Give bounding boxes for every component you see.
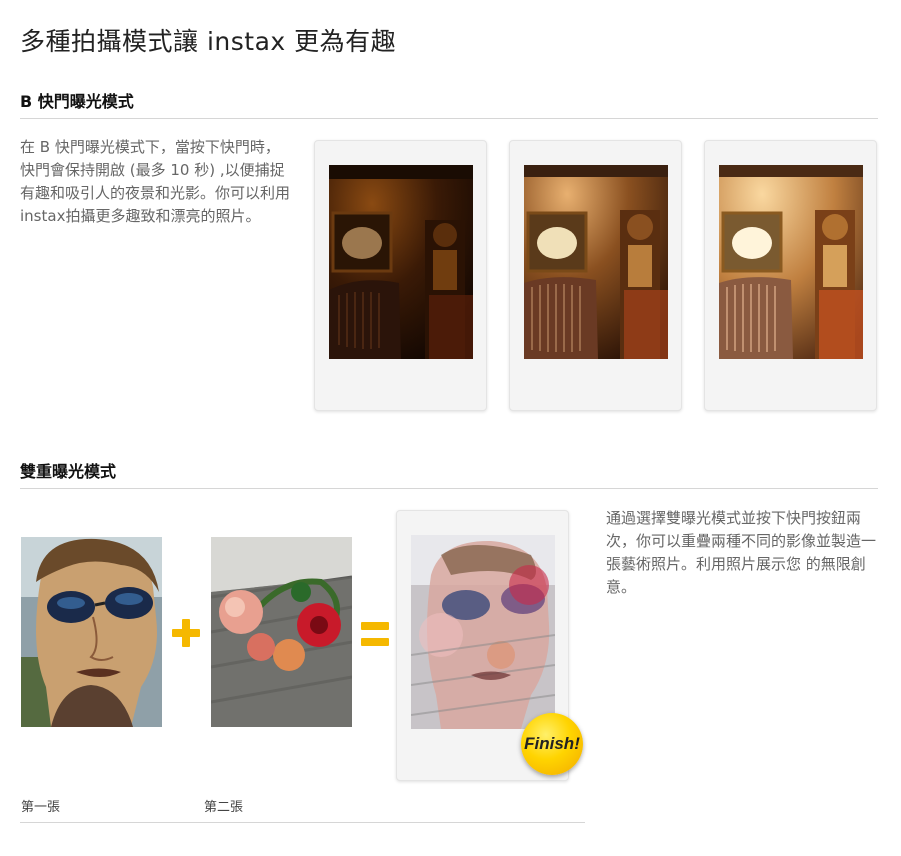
bulb-mode-divider <box>20 118 878 119</box>
first-photo-caption: 第一張 <box>21 800 61 815</box>
interior-photo-dark <box>329 165 473 359</box>
bulb-mode-heading: B 快門曝光模式 <box>20 92 134 111</box>
double-exposure-description: 通過選擇雙曝光模式並按下快門按鈕兩次，你可以重疊兩種不同的影像並製造一張藝術照片… <box>606 509 877 596</box>
finish-badge-label: Finish! <box>524 734 580 753</box>
equals-icon <box>359 619 391 649</box>
instax-frame-1 <box>314 140 487 411</box>
first-exposure-photo <box>21 537 162 727</box>
double-exposure-divider <box>20 488 878 489</box>
instax-frame-3 <box>704 140 877 411</box>
double-exposure-heading: 雙重曝光模式 <box>20 462 117 481</box>
double-exposure-result-photo <box>411 535 555 729</box>
bulb-mode-description: 在 B 快門曝光模式下，當按下快門時，快門會保持開啟 (最多 10 秒) ,以便… <box>20 138 291 225</box>
instax-frame-2 <box>509 140 682 411</box>
plus-icon <box>170 617 202 649</box>
interior-photo-medium <box>524 165 668 359</box>
second-photo-caption: 第二張 <box>204 800 244 815</box>
interior-photo-bright <box>719 165 863 359</box>
double-exposure-bottom-divider <box>20 822 585 823</box>
page-title: 多種拍攝模式讓 instax 更為有趣 <box>20 27 397 56</box>
finish-badge: Finish! <box>521 713 583 775</box>
second-exposure-photo <box>211 537 352 727</box>
